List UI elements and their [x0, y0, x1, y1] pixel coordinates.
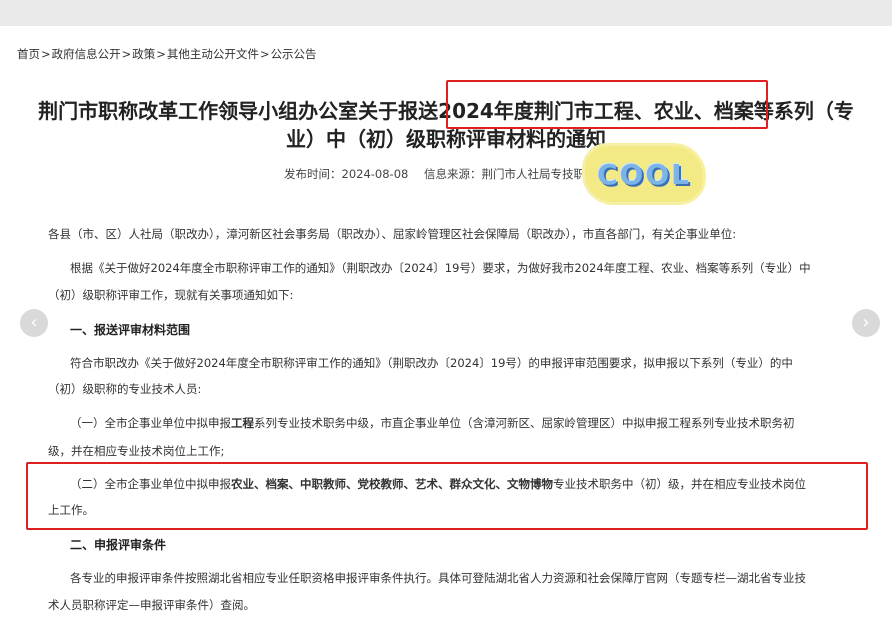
item-2-line-2: 上工作。: [48, 503, 94, 517]
publish-date: 发布时间：2024-08-08: [284, 167, 409, 181]
breadcrumb-item-gov-info[interactable]: 政府信息公开: [52, 46, 121, 62]
salutation: 各县（市、区）人社局（职改办），漳河新区社会事务局（职改办）、屈家岭管理区社会保…: [48, 227, 737, 241]
item-2-line-1: （二）全市企事业单位中拟申报农业、档案、中职教师、党校教师、艺术、群众文化、文物…: [70, 476, 806, 492]
cool-sticker: COOL: [585, 146, 703, 202]
item-1-suffix: 系列专业技术职务中级，市直企事业单位（含漳河新区、屈家岭管理区）中拟申报工程系列…: [254, 416, 795, 430]
item-1-line-1: （一）全市企事业单位中拟申报工程系列专业技术职务中级，市直企事业单位（含漳河新区…: [70, 415, 795, 431]
breadcrumb-separator: >: [156, 47, 166, 61]
item-2-bold: 农业、档案、中职教师、党校教师、艺术、群众文化、文物博物: [231, 477, 553, 491]
paragraph-1-line-1: 根据《关于做好2024年度全市职称评审工作的通知》（荆职改办〔2024〕19号）…: [70, 261, 811, 275]
paragraph-2-line-1: 符合市职改办《关于做好2024年度全市职称评审工作的通知》（荆职改办〔2024〕…: [70, 356, 793, 370]
item-1-bold: 工程: [231, 416, 254, 430]
paragraph-3-line-2: 术人员职称评定—申报评审条件）查阅。: [48, 598, 255, 612]
item-2-highlight-box: [26, 462, 868, 530]
next-arrow-button[interactable]: ›: [852, 309, 880, 337]
breadcrumb-item-home[interactable]: 首页: [17, 46, 40, 62]
info-source: 信息来源：荆门市人社局专技职称科: [424, 167, 608, 181]
page-title-line-2: 业）中（初）级职称评审材料的通知: [286, 127, 606, 151]
prev-arrow-button[interactable]: ‹: [20, 309, 48, 337]
breadcrumb-item-announcements[interactable]: 公示公告: [271, 46, 317, 62]
item-1-prefix: （一）全市企事业单位中拟申报: [70, 416, 231, 430]
top-bar: [0, 0, 892, 26]
item-1-line-2: 级，并在相应专业技术岗位上工作;: [48, 444, 225, 458]
breadcrumb-item-policy[interactable]: 政策: [132, 46, 155, 62]
chevron-right-icon: ›: [862, 312, 870, 333]
title-highlight-box: [446, 80, 768, 129]
breadcrumb: 首页>政府信息公开>政策>其他主动公开文件>公示公告: [17, 46, 317, 62]
section-heading-1: 一、报送评审材料范围: [70, 323, 191, 337]
item-2-suffix: 专业技术职务中（初）级，并在相应专业技术岗位: [553, 477, 806, 491]
breadcrumb-separator: >: [259, 47, 270, 61]
chevron-left-icon: ‹: [30, 312, 38, 333]
section-heading-2: 二、申报评审条件: [70, 538, 167, 552]
paragraph-1-line-2: （初）级职称评审工作，现就有关事项通知如下:: [48, 288, 294, 302]
breadcrumb-separator: >: [121, 47, 132, 61]
item-2-prefix: （二）全市企事业单位中拟申报: [70, 477, 231, 491]
paragraph-3-line-1: 各专业的申报评审条件按照湖北省相应专业任职资格申报评审条件执行。具体可登陆湖北省…: [70, 571, 806, 585]
breadcrumb-item-other-files[interactable]: 其他主动公开文件: [167, 46, 259, 62]
article-meta: 发布时间：2024-08-08 信息来源：荆门市人社局专技职称科: [0, 166, 892, 182]
paragraph-2-line-2: （初）级职称的专业技术人员:: [48, 382, 202, 396]
breadcrumb-separator: >: [41, 47, 51, 61]
cool-sticker-text: COOL: [597, 158, 691, 191]
